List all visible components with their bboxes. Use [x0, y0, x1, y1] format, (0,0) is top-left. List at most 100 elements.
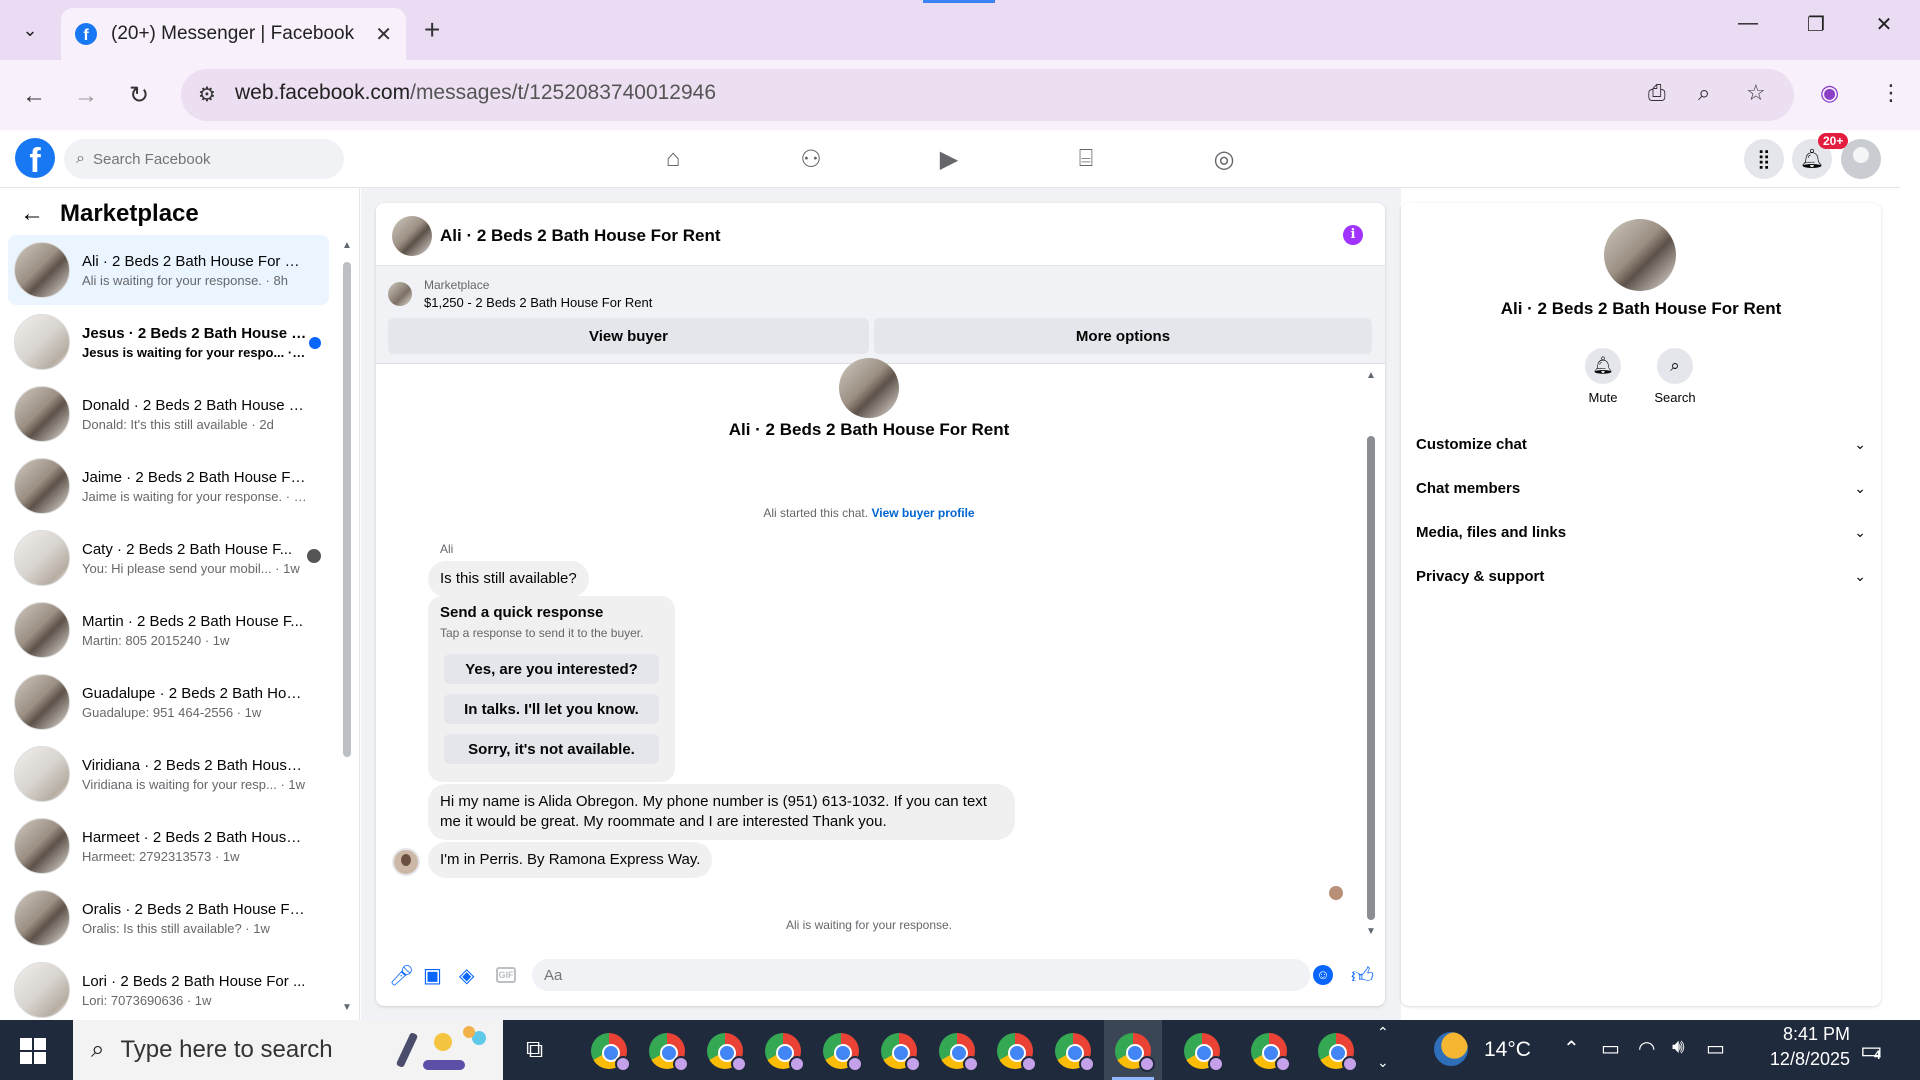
tab-search-chevron-icon[interactable]: ⌄: [14, 14, 46, 46]
sidebar-scrollbar[interactable]: ▲ ▼: [340, 240, 354, 1013]
emoji-icon[interactable]: ☺: [1313, 965, 1333, 985]
facebook-search-input[interactable]: [92, 150, 313, 168]
thumbs-up-icon[interactable]: 👍︎: [1351, 962, 1374, 989]
restore-icon[interactable]: ❐: [1796, 12, 1836, 37]
back-arrow-icon[interactable]: ←: [20, 200, 44, 228]
scroll-up-icon[interactable]: ⌃: [1377, 1024, 1389, 1041]
scroll-down-icon[interactable]: ▼: [1364, 926, 1378, 937]
back-arrow-icon[interactable]: ←: [22, 82, 46, 110]
marketplace-icon[interactable]: ⌸: [1069, 145, 1103, 173]
conversation-item[interactable]: Ali · 2 Beds 2 Bath House For R... Ali is…: [8, 235, 329, 305]
chrome-app-icon[interactable]: [939, 1033, 979, 1072]
info-icon[interactable]: i: [1343, 225, 1363, 245]
sender-avatar[interactable]: [392, 848, 420, 876]
scroll-up-icon[interactable]: ▲: [1364, 370, 1378, 381]
chrome-app-icon[interactable]: [1115, 1033, 1155, 1072]
bookmark-star-icon[interactable]: ☆: [1746, 80, 1766, 106]
reload-icon[interactable]: ↻: [129, 81, 149, 110]
battery-icon[interactable]: ▭: [1706, 1036, 1725, 1061]
temperature[interactable]: 14°C: [1484, 1038, 1531, 1062]
chrome-app-icon[interactable]: [707, 1033, 747, 1072]
microphone-icon[interactable]: 🎤︎: [389, 963, 414, 988]
conversation-item[interactable]: Jesus · 2 Beds 2 Bath House F... Jesus is…: [8, 307, 329, 377]
url-text[interactable]: web.facebook.com/messages/t/125208374001…: [235, 81, 716, 105]
chrome-app-icon[interactable]: [1318, 1033, 1358, 1072]
quick-reply-button[interactable]: Yes, are you interested?: [444, 654, 659, 684]
media-files-links-row[interactable]: Media, files and links ⌄: [1416, 514, 1868, 550]
conversation-item[interactable]: Guadalupe · 2 Beds 2 Bath Hou... Guadalup…: [8, 667, 329, 737]
action-center-icon[interactable]: ▭ 4: [1860, 1036, 1883, 1065]
message-input[interactable]: [544, 966, 1244, 984]
system-clock[interactable]: 8:41 PM 12/8/2025: [1750, 1024, 1850, 1070]
search-conversation-button[interactable]: ⌕ Search: [1645, 348, 1705, 405]
chrome-app-icon[interactable]: [881, 1033, 921, 1072]
chrome-app-icon[interactable]: [823, 1033, 863, 1072]
mute-button[interactable]: 🔔︎ Mute: [1573, 348, 1633, 405]
profile-icon[interactable]: ◉: [1820, 80, 1839, 106]
scroll-down-icon[interactable]: ▼: [340, 1002, 354, 1013]
scroll-thumb[interactable]: [1367, 436, 1375, 920]
conversation-item[interactable]: Lori · 2 Beds 2 Bath House For ... Lori: …: [8, 955, 329, 1025]
friends-icon[interactable]: ⚇: [794, 145, 828, 173]
new-tab-icon[interactable]: +: [424, 14, 440, 46]
page-scrollbar[interactable]: [1900, 130, 1920, 1020]
meet-now-icon[interactable]: ▭: [1601, 1036, 1620, 1061]
privacy-support-row[interactable]: Privacy & support ⌄: [1416, 558, 1868, 594]
conversation-item[interactable]: Jaime · 2 Beds 2 Bath House Fo... Jaime i…: [8, 451, 329, 521]
chrome-app-icon[interactable]: [765, 1033, 805, 1072]
chrome-app-icon[interactable]: [649, 1033, 689, 1072]
conversation-item[interactable]: Viridiana · 2 Beds 2 Bath House... Viridi…: [8, 739, 329, 809]
conversation-item[interactable]: Harmeet · 2 Beds 2 Bath House... Harmeet:…: [8, 811, 329, 881]
conversation-item[interactable]: Donald · 2 Beds 2 Bath House F... Donald:…: [8, 379, 329, 449]
wifi-icon[interactable]: ◠: [1638, 1036, 1655, 1061]
task-view-icon[interactable]: ⧉: [526, 1036, 543, 1064]
customize-chat-row[interactable]: Customize chat ⌄: [1416, 426, 1868, 462]
zoom-icon[interactable]: ⌕: [1698, 80, 1710, 106]
chrome-app-icon[interactable]: [1251, 1033, 1291, 1072]
browser-menu-icon[interactable]: ⋮: [1880, 80, 1902, 106]
details-avatar[interactable]: [1604, 219, 1676, 291]
menu-grid-icon[interactable]: ⣿: [1744, 139, 1784, 179]
video-icon[interactable]: ▶: [932, 145, 966, 173]
account-avatar[interactable]: [1841, 139, 1881, 179]
sticker-icon[interactable]: ◈: [459, 963, 474, 988]
more-options-button[interactable]: More options: [874, 318, 1372, 354]
quick-reply-button[interactable]: In talks. I'll let you know.: [444, 694, 659, 724]
volume-icon[interactable]: 🔊︎: [1672, 1036, 1685, 1059]
groups-icon[interactable]: ◎: [1207, 145, 1241, 173]
facebook-search[interactable]: ⌕: [64, 139, 344, 179]
close-tab-icon[interactable]: ✕: [375, 22, 392, 47]
quick-reply-button[interactable]: Sorry, it's not available.: [444, 734, 659, 764]
install-app-icon[interactable]: ⎙: [1648, 80, 1666, 106]
home-icon[interactable]: ⌂: [656, 145, 690, 173]
forward-arrow-icon[interactable]: →: [74, 82, 98, 110]
scroll-up-icon[interactable]: ▲: [340, 240, 354, 251]
message-composer[interactable]: [532, 959, 1310, 991]
conversation-item[interactable]: Oralis · 2 Beds 2 Bath House Fo... Oralis…: [8, 883, 329, 953]
listing-thumbnail[interactable]: [388, 282, 412, 306]
listing-price-title[interactable]: $1,250 - 2 Beds 2 Bath House For Rent: [424, 295, 652, 310]
photo-icon[interactable]: ▣: [423, 963, 442, 988]
scroll-down-icon[interactable]: ⌄: [1377, 1054, 1389, 1071]
view-buyer-button[interactable]: View buyer: [388, 318, 869, 354]
messages-scrollbar[interactable]: ▲ ▼: [1364, 366, 1378, 942]
chrome-app-icon[interactable]: [1055, 1033, 1095, 1072]
view-buyer-profile-link[interactable]: View buyer profile: [871, 506, 974, 520]
scroll-thumb[interactable]: [343, 262, 351, 757]
window-close-icon[interactable]: ✕: [1864, 12, 1904, 37]
chevron-up-icon[interactable]: ⌃: [1563, 1036, 1580, 1061]
chrome-app-icon[interactable]: [997, 1033, 1037, 1072]
weather-icon[interactable]: [1434, 1032, 1468, 1066]
chat-header-avatar[interactable]: [392, 216, 432, 256]
chat-title[interactable]: Ali · 2 Beds 2 Bath House For Rent: [440, 226, 721, 246]
gif-icon[interactable]: GIF: [496, 967, 516, 983]
facebook-logo-icon[interactable]: f: [15, 138, 55, 178]
browser-tab[interactable]: f (20+) Messenger | Facebook ✕: [61, 8, 406, 60]
chrome-app-icon[interactable]: [1184, 1033, 1224, 1072]
conversation-item[interactable]: Martin · 2 Beds 2 Bath House F... Martin:…: [8, 595, 329, 665]
chrome-app-icon[interactable]: [591, 1033, 631, 1072]
conversation-item[interactable]: Caty · 2 Beds 2 Bath House F... You: Hi p…: [8, 523, 329, 593]
minimize-icon[interactable]: —: [1728, 12, 1768, 35]
site-info-icon[interactable]: ⚙: [198, 82, 216, 107]
windows-start-icon[interactable]: [20, 1038, 46, 1064]
